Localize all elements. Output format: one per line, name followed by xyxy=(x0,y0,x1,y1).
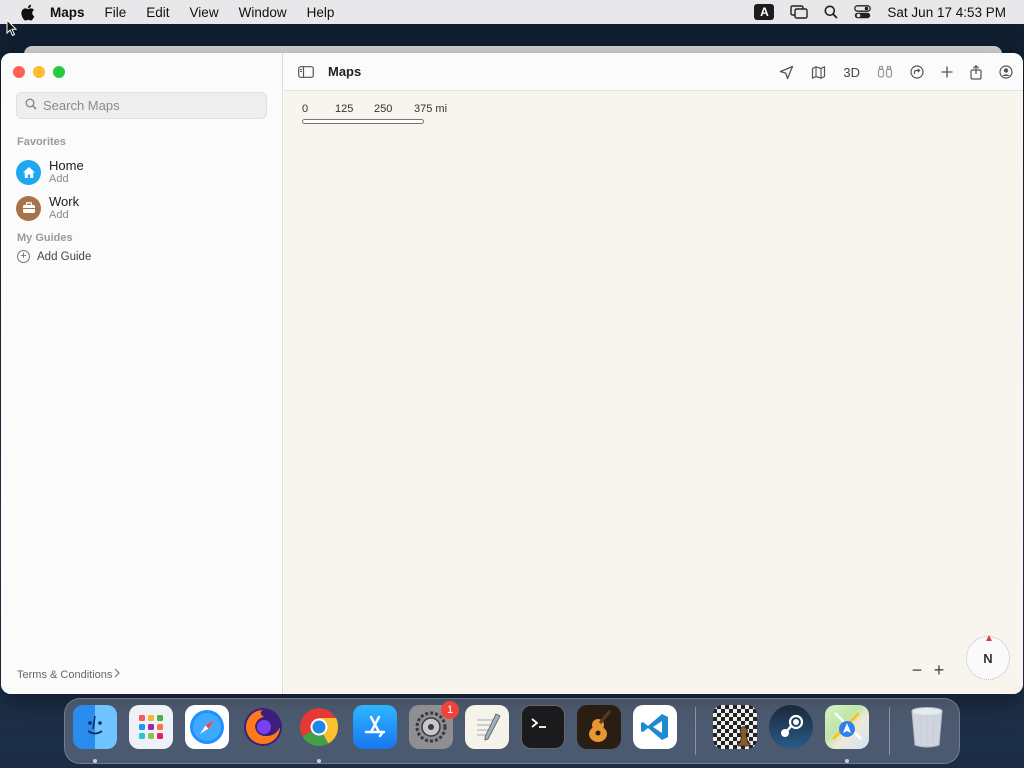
zoom-out-button[interactable]: − xyxy=(906,659,928,681)
minimize-button[interactable] xyxy=(33,66,45,78)
firefox-dock-icon[interactable] xyxy=(241,705,285,749)
look-around-binoculars-icon[interactable] xyxy=(877,65,893,79)
dock-separator xyxy=(695,707,696,755)
system-preferences-dock-icon[interactable]: 1 xyxy=(409,701,459,749)
menu-bar: Maps File Edit View Window Help A Sat Ju… xyxy=(0,0,1024,24)
scale-tick-250: 250 xyxy=(374,103,393,115)
vscode-dock-icon[interactable] xyxy=(633,705,677,749)
compass[interactable]: N xyxy=(966,635,1010,680)
terms-link[interactable]: Terms & Conditions xyxy=(17,668,121,681)
apple-menu-icon[interactable] xyxy=(18,3,36,21)
spotlight-search-icon[interactable] xyxy=(824,5,839,19)
my-guides-heading: My Guides xyxy=(17,232,73,244)
plus-circle-icon: + xyxy=(17,250,30,263)
menu-file[interactable]: File xyxy=(105,5,127,20)
favorite-home[interactable]: Home Add xyxy=(16,158,84,186)
control-center-icon[interactable] xyxy=(854,5,872,19)
textedit-dock-icon[interactable] xyxy=(465,705,509,749)
favorite-work-subtitle: Add xyxy=(49,209,69,221)
dock-separator-trash xyxy=(889,707,890,755)
terms-label: Terms & Conditions xyxy=(17,668,113,681)
input-source-label: A xyxy=(754,4,775,20)
scale-tick-125: 125 xyxy=(335,103,354,115)
chevron-right-icon xyxy=(114,668,121,681)
add-guide-label: Add Guide xyxy=(37,250,92,263)
map-mode-icon[interactable] xyxy=(811,65,826,80)
map-scale: 0 125 250 375 mi xyxy=(302,103,462,124)
scale-bar xyxy=(302,119,424,124)
current-location-icon[interactable] xyxy=(779,65,794,80)
trash-dock-icon[interactable] xyxy=(905,705,949,749)
chrome-running-indicator xyxy=(317,759,321,763)
menu-window[interactable]: Window xyxy=(239,5,287,20)
favorites-heading: Favorites xyxy=(17,136,66,148)
map-view[interactable]: Maps 3D 0 125 250 375 mi − + N xyxy=(284,53,1023,694)
window-title: Maps xyxy=(328,64,362,79)
zoom-controls: − + xyxy=(906,659,950,681)
add-guide-button[interactable]: + Add Guide xyxy=(17,250,91,263)
dock: 1 xyxy=(64,698,960,764)
launchpad-dock-icon[interactable] xyxy=(129,705,173,749)
menu-bar-clock[interactable]: Sat Jun 17 4:53 PM xyxy=(887,5,1006,20)
screen-mirroring-icon[interactable] xyxy=(790,5,809,19)
favorite-work-title: Work xyxy=(49,194,80,209)
input-source-icon[interactable]: A xyxy=(754,4,775,20)
house-icon xyxy=(16,159,41,185)
favorite-home-subtitle: Add xyxy=(49,173,69,185)
window-controls xyxy=(13,66,73,78)
finder-running-indicator xyxy=(93,759,97,763)
menu-help[interactable]: Help xyxy=(307,5,335,20)
compass-label: N xyxy=(983,650,993,666)
close-button[interactable] xyxy=(13,66,25,78)
app-store-dock-icon[interactable] xyxy=(353,705,397,749)
toolbar-tools: 3D xyxy=(762,53,1013,91)
steam-dock-icon[interactable] xyxy=(769,705,813,749)
menu-app-name[interactable]: Maps xyxy=(50,5,85,20)
directions-icon[interactable] xyxy=(910,65,924,79)
share-icon[interactable] xyxy=(970,64,982,80)
maps-running-indicator xyxy=(845,759,849,763)
scale-tick-0: 0 xyxy=(302,103,309,115)
add-plus-icon[interactable] xyxy=(941,66,953,78)
toolbar: Maps 3D xyxy=(284,53,1023,91)
compass-needle-icon xyxy=(986,635,992,641)
finder-dock-icon[interactable] xyxy=(73,705,117,749)
search-field[interactable] xyxy=(16,92,267,119)
maps-window: Favorites Home Add Work Add My Guides + … xyxy=(1,53,1023,694)
search-icon xyxy=(25,97,37,115)
favorite-home-title: Home xyxy=(49,158,84,173)
sidebar-toggle-icon[interactable] xyxy=(298,65,314,78)
chess-dock-icon[interactable] xyxy=(713,705,757,749)
menu-edit[interactable]: Edit xyxy=(146,5,169,20)
maps-dock-icon[interactable] xyxy=(825,705,869,749)
briefcase-icon xyxy=(16,195,41,221)
scale-tick-375: 375 mi xyxy=(414,103,448,115)
sidebar: Favorites Home Add Work Add My Guides + … xyxy=(1,53,283,694)
garageband-dock-icon[interactable] xyxy=(577,705,621,749)
menu-view[interactable]: View xyxy=(190,5,219,20)
zoom-in-button[interactable]: + xyxy=(928,659,950,681)
notification-badge: 1 xyxy=(441,701,459,719)
account-icon[interactable] xyxy=(999,65,1013,79)
chrome-dock-icon[interactable] xyxy=(297,705,341,749)
mouse-pointer-icon xyxy=(6,18,18,42)
terminal-dock-icon[interactable] xyxy=(521,705,565,749)
safari-dock-icon[interactable] xyxy=(185,705,229,749)
three-d-button[interactable]: 3D xyxy=(843,65,860,80)
favorite-work[interactable]: Work Add xyxy=(16,194,79,222)
search-input[interactable] xyxy=(43,98,253,113)
zoom-button[interactable] xyxy=(53,66,65,78)
